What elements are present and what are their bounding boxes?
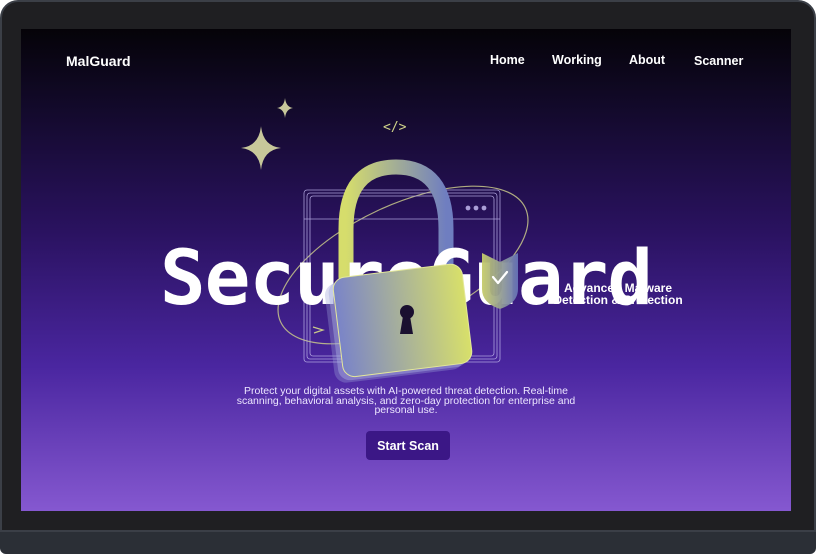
code-icon: </> (383, 120, 407, 135)
hero-subtitle: Advanced Malware Detection & Protection (553, 281, 683, 307)
start-scan-button[interactable]: Start Scan (366, 431, 450, 460)
hero-description: Protect your digital assets with AI-powe… (236, 385, 576, 416)
sparkle-icon (241, 98, 293, 170)
website-screen: MalGuard Home Working About Scanner </> … (21, 29, 791, 511)
laptop-base (0, 532, 816, 554)
